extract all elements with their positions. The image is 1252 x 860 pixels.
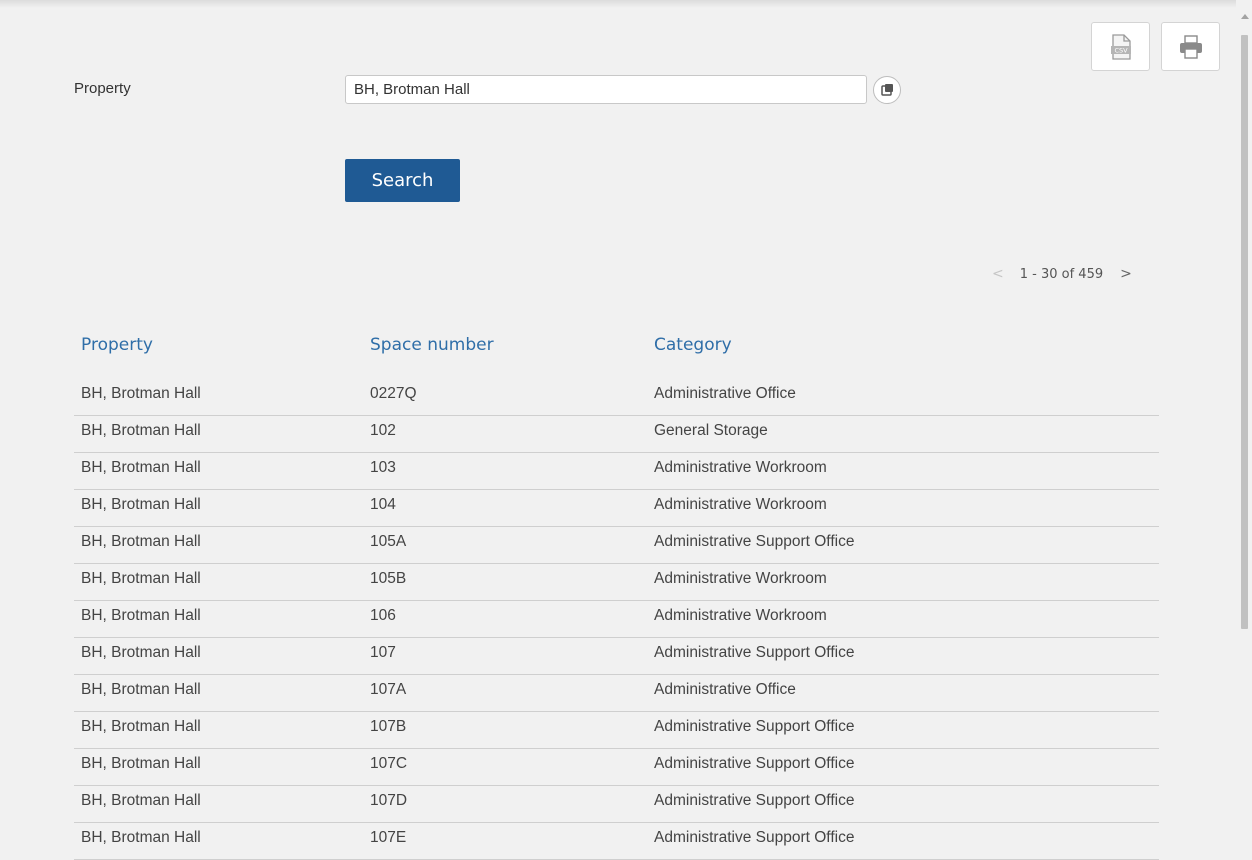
table-row[interactable]: BH, Brotman Hall 102 General Storage <box>74 416 1159 453</box>
table-row[interactable]: BH, Brotman Hall 107D Administrative Suppo… <box>74 786 1159 823</box>
cell-property: BH, Brotman Hall <box>81 792 201 809</box>
cell-property: BH, Brotman Hall <box>81 718 201 735</box>
table-row[interactable]: BH, Brotman Hall 103 Administrative Workro… <box>74 453 1159 490</box>
table-row[interactable]: BH, Brotman Hall 0227Q Administrative Offi… <box>74 379 1159 416</box>
table-header: Property Space number Category <box>74 330 1159 380</box>
cell-property: BH, Brotman Hall <box>81 681 201 698</box>
cell-category: Administrative Support Office <box>654 755 855 772</box>
cell-property: BH, Brotman Hall <box>81 607 201 624</box>
cell-space-number: 105A <box>370 533 407 550</box>
scroll-up-arrow-icon[interactable] <box>1241 14 1249 19</box>
property-input[interactable] <box>345 75 867 104</box>
cell-space-number: 107 <box>370 644 396 661</box>
cell-property: BH, Brotman Hall <box>81 496 201 513</box>
cell-space-number: 106 <box>370 607 396 624</box>
cell-space-number: 102 <box>370 422 396 439</box>
printer-icon <box>1179 34 1202 59</box>
export-csv-button[interactable]: CSV <box>1091 22 1150 71</box>
svg-text:CSV: CSV <box>1114 46 1128 54</box>
cell-space-number: 107D <box>370 792 408 809</box>
lookup-icon <box>881 84 893 96</box>
cell-space-number: 107C <box>370 755 408 772</box>
column-header-space-number[interactable]: Space number <box>370 335 494 355</box>
property-filter-label: Property <box>74 80 131 97</box>
cell-space-number: 107A <box>370 681 407 698</box>
table-row[interactable]: BH, Brotman Hall 107A Administrative Offic… <box>74 675 1159 712</box>
table-row[interactable]: BH, Brotman Hall 105A Administrative Suppo… <box>74 527 1159 564</box>
table-row[interactable]: BH, Brotman Hall 107B Administrative Suppo… <box>74 712 1159 749</box>
table-row[interactable]: BH, Brotman Hall 107E Administrative Suppo… <box>74 823 1159 860</box>
table-row[interactable]: BH, Brotman Hall 107C Administrative Suppo… <box>74 749 1159 786</box>
cell-category: Administrative Support Office <box>654 718 855 735</box>
cell-category: Administrative Office <box>654 681 796 698</box>
csv-file-icon: CSV <box>1110 33 1131 60</box>
results-table: Property Space number Category BH, Brotm… <box>74 330 1159 860</box>
search-button[interactable]: Search <box>345 159 460 202</box>
table-row[interactable]: BH, Brotman Hall 107 Administrative Suppor… <box>74 638 1159 675</box>
cell-property: BH, Brotman Hall <box>81 755 201 772</box>
cell-category: Administrative Workroom <box>654 607 827 624</box>
cell-category: Administrative Support Office <box>654 533 855 550</box>
cell-space-number: 0227Q <box>370 385 417 402</box>
top-shadow <box>0 0 1236 8</box>
cell-category: Administrative Office <box>654 385 796 402</box>
cell-space-number: 107E <box>370 829 407 846</box>
cell-property: BH, Brotman Hall <box>81 422 201 439</box>
cell-category: Administrative Support Office <box>654 792 855 809</box>
cell-space-number: 107B <box>370 718 407 735</box>
pagination: < 1 - 30 of 459 > <box>992 264 1132 284</box>
cell-property: BH, Brotman Hall <box>81 459 201 476</box>
cell-property: BH, Brotman Hall <box>81 570 201 587</box>
table-row[interactable]: BH, Brotman Hall 105B Administrative Workr… <box>74 564 1159 601</box>
cell-category: Administrative Workroom <box>654 496 827 513</box>
table-body: BH, Brotman Hall 0227Q Administrative Offi… <box>74 379 1159 860</box>
cell-property: BH, Brotman Hall <box>81 644 201 661</box>
print-button[interactable] <box>1161 22 1220 71</box>
column-header-category[interactable]: Category <box>654 335 732 355</box>
cell-category: Administrative Support Office <box>654 829 855 846</box>
scroll-thumb[interactable] <box>1241 35 1248 629</box>
vertical-scrollbar[interactable] <box>1236 0 1252 857</box>
cell-category: General Storage <box>654 422 768 439</box>
cell-space-number: 103 <box>370 459 396 476</box>
cell-property: BH, Brotman Hall <box>81 829 201 846</box>
cell-property: BH, Brotman Hall <box>81 533 201 550</box>
table-row[interactable]: BH, Brotman Hall 104 Administrative Workro… <box>74 490 1159 527</box>
cell-category: Administrative Workroom <box>654 570 827 587</box>
cell-category: Administrative Workroom <box>654 459 827 476</box>
cell-property: BH, Brotman Hall <box>81 385 201 402</box>
next-page-button[interactable]: > <box>1120 266 1132 282</box>
property-lookup-button[interactable] <box>873 76 901 104</box>
cell-space-number: 104 <box>370 496 396 513</box>
pagination-range: 1 - 30 of 459 <box>1019 266 1104 282</box>
cell-space-number: 105B <box>370 570 407 587</box>
cell-category: Administrative Support Office <box>654 644 855 661</box>
table-row[interactable]: BH, Brotman Hall 106 Administrative Workro… <box>74 601 1159 638</box>
column-header-property[interactable]: Property <box>81 335 153 355</box>
previous-page-button[interactable]: < <box>992 266 1004 282</box>
